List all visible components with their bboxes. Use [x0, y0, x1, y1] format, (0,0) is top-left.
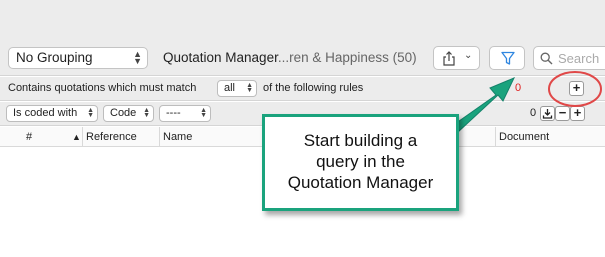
rules-prefix: Contains quotations which must match [8, 82, 197, 94]
remove-condition-button[interactable]: − [555, 106, 570, 121]
filter-button[interactable] [489, 46, 525, 70]
add-condition-button[interactable]: + [570, 106, 585, 121]
add-rule-button[interactable]: + [569, 81, 584, 96]
search-placeholder: Search [558, 51, 600, 66]
match-value: all [224, 82, 236, 94]
select-arrows-icon: ▲ ▼ [246, 82, 253, 94]
select-arrows-icon: ▲ ▼ [200, 107, 207, 119]
condition-field-select[interactable]: Is coded with ▲ ▼ [6, 105, 98, 122]
callout-line-2: query in the [316, 152, 405, 171]
select-arrows-icon: ▲ ▼ [133, 49, 142, 66]
window-top-area [0, 0, 605, 40]
condition-count: 0 [530, 107, 537, 119]
manager-title-main: Quotation Manager [163, 50, 278, 65]
search-icon [540, 52, 553, 65]
column-header-number[interactable]: # [26, 131, 32, 143]
condition-type-select[interactable]: Code ▲ ▼ [103, 105, 154, 122]
rules-count: 0 [515, 82, 522, 94]
rules-bar: Contains quotations which must match all… [0, 77, 605, 101]
select-arrows-icon: ▲ ▼ [143, 107, 150, 119]
toolbar: No Grouping ▲ ▼ Quotation Manager...ren &… [0, 40, 605, 76]
manager-title: Quotation Manager...ren & Happiness (50) [163, 50, 417, 65]
share-button[interactable]: ⌄ [433, 46, 480, 70]
callout-box: Start building a query in the Quotation … [262, 114, 459, 211]
import-button[interactable] [540, 106, 555, 121]
condition-value: ---- [166, 107, 181, 119]
rules-suffix: of the following rules [263, 82, 364, 94]
callout-line-3: Quotation Manager [287, 173, 434, 192]
grouping-select[interactable]: No Grouping ▲ ▼ [8, 47, 148, 69]
share-icon [443, 51, 455, 66]
condition-field-value: Is coded with [13, 107, 78, 119]
column-divider[interactable] [495, 127, 496, 147]
chevron-down-icon: ⌄ [464, 50, 473, 61]
import-icon [542, 109, 553, 119]
condition-value-select[interactable]: ---- ▲ ▼ [159, 105, 211, 122]
filter-icon [501, 51, 515, 65]
column-header-document[interactable]: Document [499, 131, 549, 143]
column-header-reference[interactable]: Reference [86, 131, 137, 143]
manager-title-rest: ...ren & Happiness (50) [277, 50, 417, 65]
column-divider[interactable] [82, 127, 83, 147]
column-divider[interactable] [159, 127, 160, 147]
sort-ascending-icon[interactable]: ▲ [72, 132, 81, 142]
match-select[interactable]: all ▲ ▼ [217, 80, 257, 97]
callout-line-1: Start building a [303, 131, 418, 150]
condition-type-value: Code [110, 107, 137, 119]
column-header-name[interactable]: Name [163, 131, 192, 143]
search-field[interactable]: Search [533, 46, 605, 70]
grouping-value: No Grouping [16, 50, 93, 65]
select-arrows-icon: ▲ ▼ [87, 107, 94, 119]
